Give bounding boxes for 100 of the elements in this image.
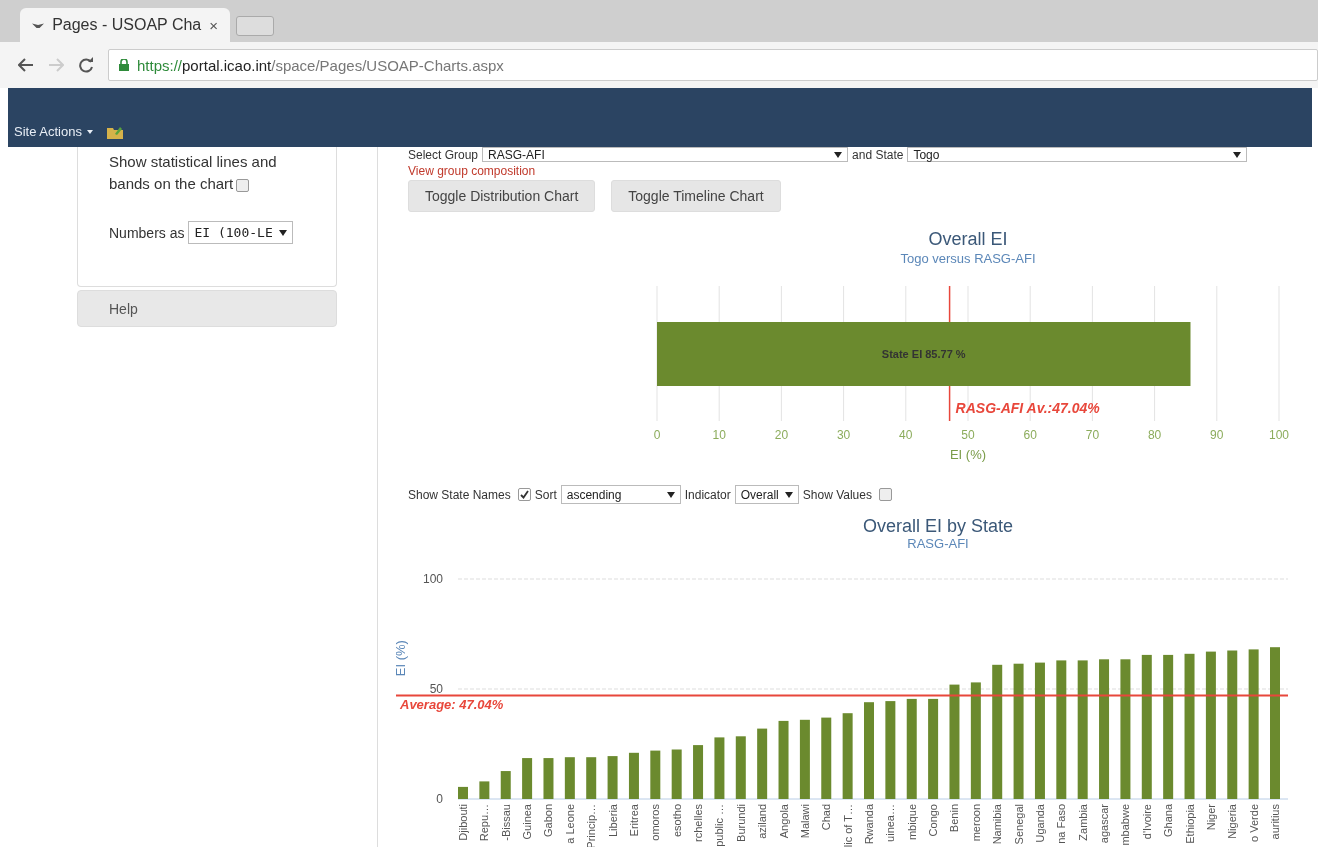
toggle-chart-button[interactable]: Toggle Distribution Chart xyxy=(408,180,596,212)
url-text: https://portal.icao.int/space/Pages/USOAP-Charts.aspx xyxy=(137,56,504,74)
back-icon[interactable] xyxy=(18,58,34,72)
x-tick-label: 90 xyxy=(1210,428,1224,442)
category-label: Guinea xyxy=(521,804,534,840)
x-tick-label: 40 xyxy=(899,428,913,442)
reload-icon[interactable] xyxy=(78,57,94,73)
category-label: Malawi xyxy=(798,804,811,839)
composition-link[interactable]: View group composition xyxy=(408,164,1318,178)
option-label: Show Values xyxy=(802,487,872,502)
group-dropdown[interactable]: RASG-AFI xyxy=(482,147,849,162)
caret-icon xyxy=(666,491,675,498)
help-button[interactable]: Help xyxy=(77,290,337,327)
category-label: d'Ivoire xyxy=(1140,804,1153,840)
category-label: esotho xyxy=(670,804,683,838)
category-label: Djibouti xyxy=(457,804,469,841)
category-label: mbabwe xyxy=(1119,804,1132,846)
category-label: Namibia xyxy=(991,804,1004,845)
category-label: public … xyxy=(713,804,726,847)
checkbox[interactable] xyxy=(878,488,892,501)
chart-subtitle: RASG-AFI xyxy=(907,536,969,551)
category-label: omoros xyxy=(649,804,662,841)
bar xyxy=(522,758,533,799)
browser-tab[interactable]: Pages - USOAP Cha × xyxy=(20,8,230,42)
category-label: a Leone xyxy=(563,804,576,844)
tab-title: Pages - USOAP Cha xyxy=(52,16,202,34)
x-tick-label: 0 xyxy=(653,428,661,442)
category-label: Chad xyxy=(820,804,833,831)
close-button[interactable]: × xyxy=(209,16,218,34)
option-label: Indicator xyxy=(684,487,731,502)
sort-dropdown[interactable]: ascending xyxy=(560,485,681,504)
chart-subtitle: Togo versus RASG-AFI xyxy=(900,251,1036,266)
category-label: Senegal xyxy=(1012,804,1025,845)
category-label: Nigeria xyxy=(1226,804,1239,839)
bar xyxy=(564,757,575,799)
checkbox[interactable] xyxy=(517,488,531,501)
category-label: uinea… xyxy=(884,804,897,842)
category-label: auritius xyxy=(1269,804,1281,840)
bar xyxy=(607,756,618,799)
bar xyxy=(479,781,490,799)
category-label: aziland xyxy=(756,804,769,839)
chart-title: Overall EI by State xyxy=(862,516,1014,536)
address-field[interactable]: https://portal.icao.int/space/Pages/USOAP-Charts.aspx xyxy=(108,49,1318,81)
toggle-chart-button[interactable]: Toggle Timeline Chart xyxy=(611,180,781,212)
checkbox[interactable] xyxy=(236,178,250,192)
option-label: Show statistical lines and bands on the chart xyxy=(109,152,278,194)
bar xyxy=(735,736,746,799)
x-tick-label: 10 xyxy=(712,428,726,442)
indicator-dropdown[interactable]: Overall xyxy=(734,485,799,504)
caret-icon xyxy=(1233,151,1242,158)
category-label: Angola xyxy=(777,804,790,839)
bar xyxy=(628,752,639,799)
option-label: Sort xyxy=(534,487,557,502)
field-label: Select Group xyxy=(408,147,479,162)
caret-icon xyxy=(86,129,93,134)
caret-icon xyxy=(834,151,843,158)
lock-icon xyxy=(119,59,129,71)
category-label: mbique xyxy=(905,804,918,841)
category-label: Repu… xyxy=(478,804,491,842)
category-label: meroon xyxy=(969,804,982,842)
bar xyxy=(757,728,768,799)
y-tick-label: 50 xyxy=(429,682,443,696)
option-label: Show State Names xyxy=(408,487,511,502)
x-tick-label: 100 xyxy=(1269,428,1289,442)
state-dropdown[interactable]: Togo xyxy=(907,147,1248,162)
category-label: agascar xyxy=(1098,804,1111,844)
category-label: -Bissau xyxy=(499,804,512,841)
bar xyxy=(458,786,468,799)
axis-title: EI (%) xyxy=(393,640,408,677)
category-label: Princip… xyxy=(585,804,598,847)
field-label: and State xyxy=(852,147,904,162)
bar xyxy=(543,758,554,799)
category-label: Eritrea xyxy=(627,804,640,837)
x-tick-label: 80 xyxy=(1147,428,1162,442)
category-label: Niger xyxy=(1204,804,1217,831)
category-label: rchelles xyxy=(692,804,705,842)
caret-icon xyxy=(784,491,793,498)
category-label: Congo xyxy=(927,804,940,837)
option-label: Numbers as xyxy=(109,224,185,241)
bar xyxy=(586,757,597,799)
category-label: Ghana xyxy=(1162,804,1175,838)
category-label: Ethiopia xyxy=(1183,804,1196,844)
category-label: Uganda xyxy=(1033,804,1046,843)
site-actions-menu[interactable]: Site Actions xyxy=(14,124,93,139)
bar xyxy=(500,771,511,799)
numbers-dropdown[interactable]: EI (100-LE xyxy=(188,221,293,244)
x-tick-label: 70 xyxy=(1085,428,1100,442)
bar xyxy=(671,749,682,799)
x-tick-label: 60 xyxy=(1023,428,1037,442)
category-label: Burundi xyxy=(734,804,747,842)
folder-icon[interactable] xyxy=(106,125,123,139)
category-label: o Verde xyxy=(1247,804,1260,842)
category-label: Gabon xyxy=(542,804,555,838)
x-tick-label: 50 xyxy=(961,428,975,442)
y-tick-label: 0 xyxy=(436,792,443,806)
x-tick-label: 20 xyxy=(774,428,789,442)
bar-label: State EI 85.77 % xyxy=(881,348,966,360)
bar xyxy=(650,750,661,799)
category-label: lic of T… xyxy=(841,804,854,847)
category-label: Zambia xyxy=(1076,804,1089,841)
